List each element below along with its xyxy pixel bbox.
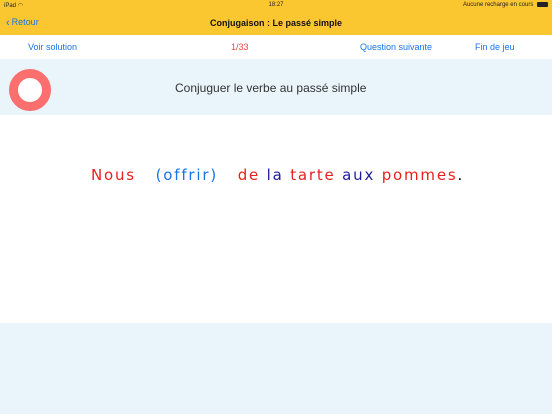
sentence-subject: Nous bbox=[91, 166, 136, 184]
verb-prompt[interactable]: (offrir) bbox=[156, 166, 218, 184]
next-question-button[interactable]: Question suivante bbox=[360, 42, 432, 52]
sentence-word: de bbox=[237, 166, 261, 184]
question-counter: 1/33 bbox=[231, 42, 249, 52]
status-charging: Aucune recharge en cours bbox=[463, 2, 548, 8]
ring-icon bbox=[9, 69, 51, 111]
sentence-word: pommes bbox=[381, 166, 458, 184]
show-solution-button[interactable]: Voir solution bbox=[28, 42, 77, 52]
page-title: Conjugaison : Le passé simple bbox=[209, 18, 343, 28]
charging-text: Aucune recharge en cours bbox=[462, 2, 534, 8]
battery-icon bbox=[537, 2, 548, 7]
bottom-area bbox=[0, 323, 552, 414]
sentence-word: tarte bbox=[290, 166, 336, 184]
sentence-area: Nous (offrir) de la tarte aux pommes. bbox=[0, 115, 552, 323]
sentence-word: aux bbox=[342, 166, 376, 184]
instruction-bar: Conjuguer le verbe au passé simple bbox=[0, 61, 552, 115]
status-bar: iPad ◠ 18:27 Aucune recharge en cours bbox=[0, 0, 552, 11]
sentence-punctuation: . bbox=[457, 166, 465, 184]
instruction-text: Conjuguer le verbe au passé simple bbox=[175, 81, 367, 95]
end-game-button[interactable]: Fin de jeu bbox=[475, 42, 515, 52]
sentence-word: la bbox=[266, 166, 284, 184]
toolbar: Voir solution 1/33 Question suivante Fin… bbox=[0, 35, 552, 59]
exercise-sentence: Nous (offrir) de la tarte aux pommes. bbox=[91, 166, 464, 184]
navigation-bar: ‹ Retour Conjugaison : Le passé simple bbox=[0, 11, 552, 35]
